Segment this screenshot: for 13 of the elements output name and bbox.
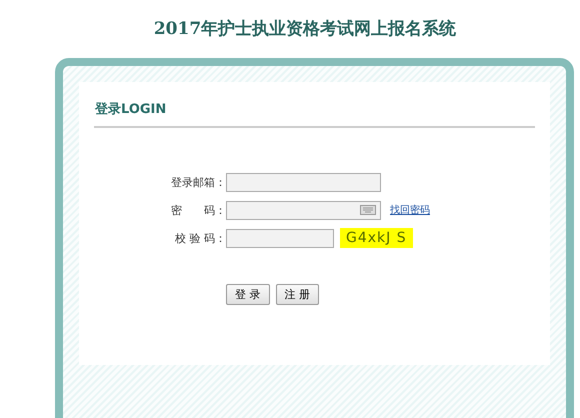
forgot-password-link[interactable]: 找回密码 [390,203,430,217]
register-button[interactable]: 注 册 [276,284,319,305]
page-title: 2017年护士执业资格考试网上报名系统 [154,18,456,41]
captcha-image: G4xkJ S [340,228,413,248]
field-label: 密 码： [170,202,226,218]
login-button[interactable]: 登 录 [226,284,270,305]
input-field[interactable] [226,172,381,192]
input-field[interactable] [226,228,334,248]
panel-heading: 登录LOGIN [94,101,168,118]
field-label: 校 验 码： [174,230,226,246]
keyboard-icon[interactable] [360,205,376,215]
password-field[interactable] [226,200,381,220]
field-label: 登录邮箱： [170,174,226,190]
